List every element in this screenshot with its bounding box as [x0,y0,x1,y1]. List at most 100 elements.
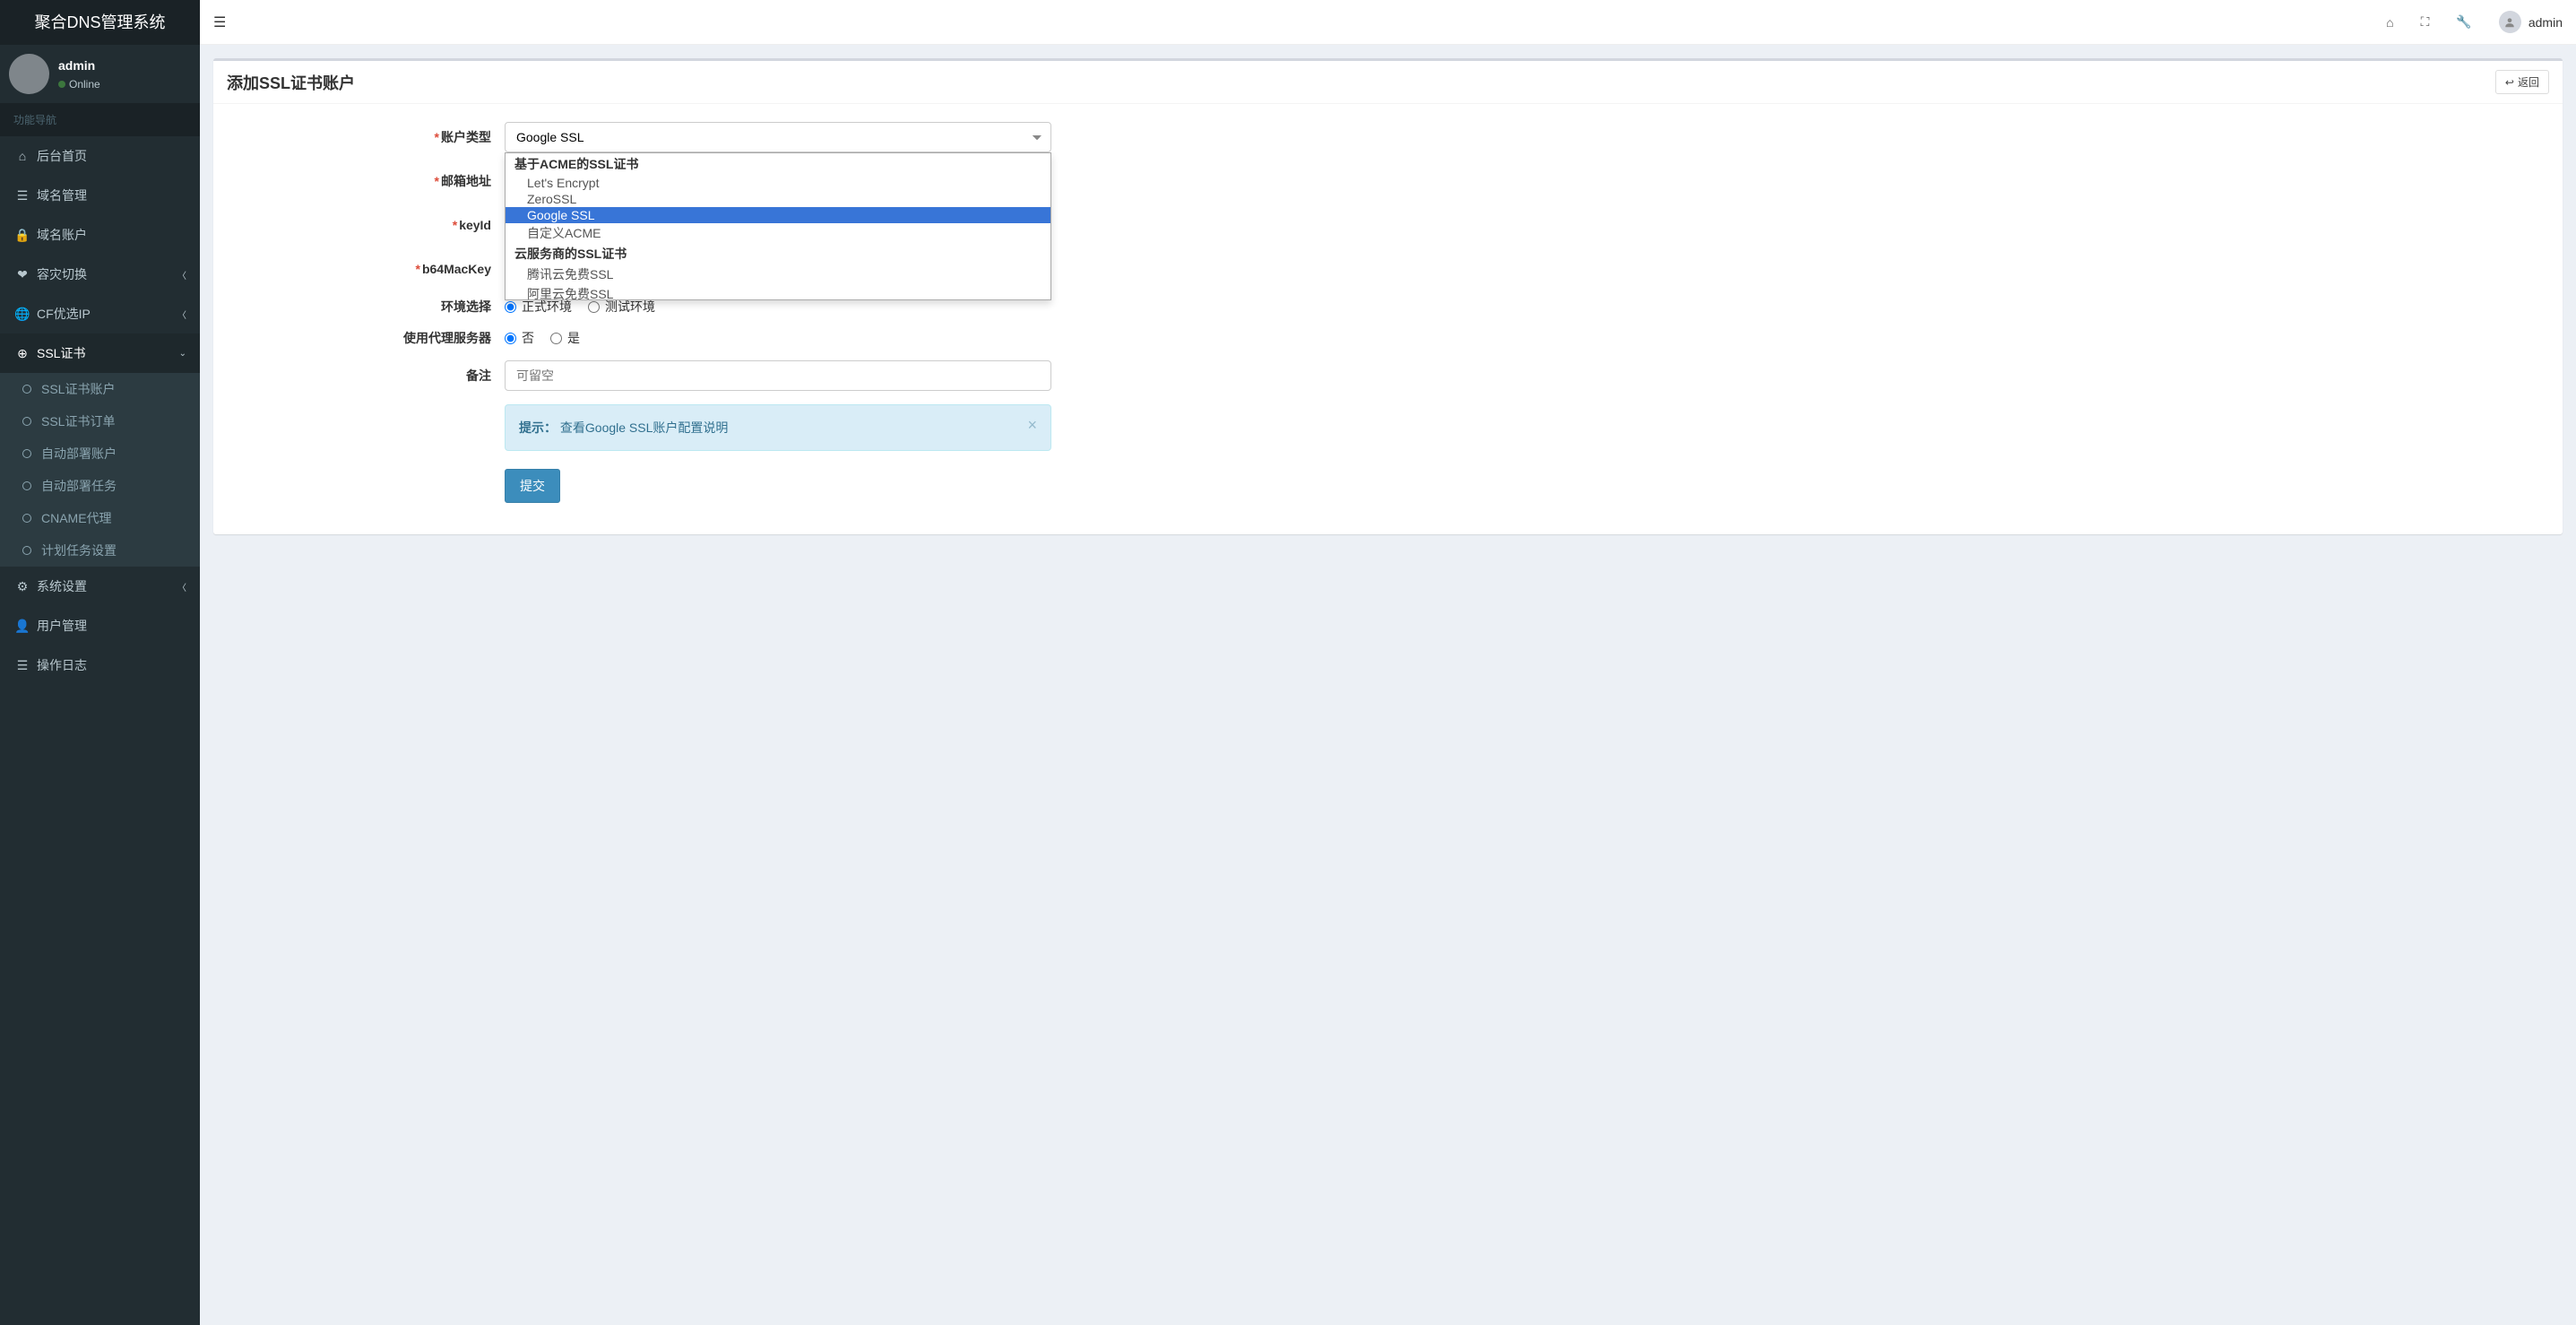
account-type-dropdown: 基于ACME的SSL证书Let's EncryptZeroSSLGoogle S… [505,152,1051,300]
submenu-cron[interactable]: 计划任务设置 [0,534,200,567]
sidebar: 聚合DNS管理系统 admin Online 功能导航 ⌂后台首页 ☰域名管理 … [0,0,200,1325]
submenu-ssl-order[interactable]: SSL证书订单 [0,405,200,437]
submenu-cname-proxy[interactable]: CNAME代理 [0,502,200,534]
list-alt-icon: ☰ [13,658,31,673]
sidebar-item-label: CF优选IP [37,305,91,323]
sidebar-item-label: 系统设置 [37,577,87,595]
label-env: 环境选择 [227,298,505,316]
circle-icon [22,417,31,426]
back-label: 返回 [2518,74,2539,90]
home-icon: ⌂ [13,149,31,163]
proxy-radio-option[interactable]: 否 [505,329,534,347]
chevron-left-icon: 〈 [177,580,186,593]
circle-icon [22,385,31,394]
heartbeat-icon: ❤ [13,267,31,282]
back-button[interactable]: ↩返回 [2495,70,2549,94]
proxy-radio-input[interactable] [550,333,562,344]
sidebar-item-label: 域名管理 [37,186,87,204]
label-keyid: *keyId [227,218,505,232]
close-alert-button[interactable]: × [1027,416,1037,435]
account-type-select[interactable]: Google SSL [505,122,1051,152]
sidebar-toggle[interactable]: ☰ [213,13,226,31]
radio-label: 测试环境 [605,298,655,316]
label-account-type: *账户类型 [227,128,505,146]
globe-icon: 🌐 [13,307,31,322]
submenu-label: SSL证书账户 [41,380,115,398]
sidebar-item-label: 操作日志 [37,656,87,674]
user-avatar [9,54,49,94]
dropdown-option[interactable]: 自定义ACME [506,223,1050,243]
env-radio-option[interactable]: 测试环境 [588,298,655,316]
label-proxy: 使用代理服务器 [227,329,505,347]
sidebar-item-dashboard[interactable]: ⌂后台首页 [0,136,200,176]
shield-icon: ⊕ [13,346,31,361]
proxy-radio-input[interactable] [505,333,516,344]
page-title: 添加SSL证书账户 [227,71,355,94]
sidebar-item-label: 容灾切换 [37,265,87,283]
label-email: *邮箱地址 [227,172,505,190]
env-radio-group: 正式环境 测试环境 [505,298,1051,316]
gears-icon: ⚙ [13,579,31,594]
top-navbar: ☰ ⌂ ⛶ 🔧 admin [200,0,2576,45]
submenu-label: 自动部署任务 [41,477,117,495]
tip-alert: × 提示： 查看Google SSL账户配置说明 [505,404,1051,451]
sidebar-item-ssl-cert[interactable]: ⊕ SSL证书 ⌄ [0,333,200,373]
proxy-radio-option[interactable]: 是 [550,329,580,347]
app-logo: 聚合DNS管理系统 [0,0,200,45]
user-status: Online [58,78,100,91]
submenu-label: 自动部署账户 [41,445,117,463]
tip-link[interactable]: 查看Google SSL账户配置说明 [560,420,729,435]
dropdown-option[interactable]: 阿里云免费SSL [506,284,1050,300]
submenu-label: SSL证书订单 [41,412,115,430]
user-name: admin [58,59,100,72]
sidebar-item-label: 域名账户 [37,226,87,244]
sidebar-item-logs[interactable]: ☰ 操作日志 [0,645,200,685]
sidebar-item-system-settings[interactable]: ⚙ 系统设置 〈 [0,567,200,606]
dropdown-option[interactable]: Google SSL [506,207,1050,223]
ssl-submenu: SSL证书账户 SSL证书订单 自动部署账户 自动部署任务 CNAME代理 计划… [0,373,200,567]
sidebar-item-domain-mgmt[interactable]: ☰域名管理 [0,176,200,215]
dropdown-option[interactable]: ZeroSSL [506,191,1050,207]
submenu-label: CNAME代理 [41,509,112,527]
wrench-icon[interactable]: 🔧 [2456,14,2471,30]
env-radio-input[interactable] [588,301,600,313]
sidebar-item-label: SSL证书 [37,344,85,362]
submenu-deploy-account[interactable]: 自动部署账户 [0,437,200,470]
dropdown-option[interactable]: 腾讯云免费SSL [506,264,1050,284]
tip-prefix: 提示： [519,420,557,435]
fullscreen-icon[interactable]: ⛶ [2421,14,2430,30]
sidebar-item-users[interactable]: 👤 用户管理 [0,606,200,645]
sidebar-item-label: 用户管理 [37,617,87,635]
circle-icon [22,546,31,555]
sidebar-item-cf-ip[interactable]: 🌐 CF优选IP 〈 [0,294,200,333]
navbar-username: admin [2528,15,2563,30]
sidebar-item-failover[interactable]: ❤ 容灾切换 〈 [0,255,200,294]
avatar-icon [2499,11,2521,33]
sidebar-header: 功能导航 [0,103,200,136]
submenu-deploy-task[interactable]: 自动部署任务 [0,470,200,502]
sidebar-item-domain-account[interactable]: 🔒 域名账户 [0,215,200,255]
proxy-radio-group: 否是 [505,329,1051,347]
radio-label: 是 [567,329,580,347]
submenu-ssl-account[interactable]: SSL证书账户 [0,373,200,405]
circle-icon [22,514,31,523]
env-radio-input[interactable] [505,301,516,313]
chevron-left-icon: 〈 [177,307,186,321]
home-icon[interactable]: ⌂ [2386,15,2393,30]
dropdown-option[interactable]: Let's Encrypt [506,175,1050,191]
user-icon: 👤 [13,619,31,634]
lock-icon: 🔒 [13,228,31,243]
navbar-user-menu[interactable]: admin [2499,11,2563,33]
submit-button[interactable]: 提交 [505,469,560,503]
radio-label: 正式环境 [522,298,572,316]
remark-input[interactable] [505,360,1051,391]
env-radio-option[interactable]: 正式环境 [505,298,572,316]
circle-icon [22,481,31,490]
chevron-left-icon: 〈 [177,268,186,281]
chevron-down-icon: ⌄ [179,349,186,359]
dropdown-group-label: 云服务商的SSL证书 [506,243,1050,264]
user-panel: admin Online [0,45,200,103]
label-b64: *b64MacKey [227,262,505,276]
radio-label: 否 [522,329,534,347]
submenu-label: 计划任务设置 [41,541,117,559]
